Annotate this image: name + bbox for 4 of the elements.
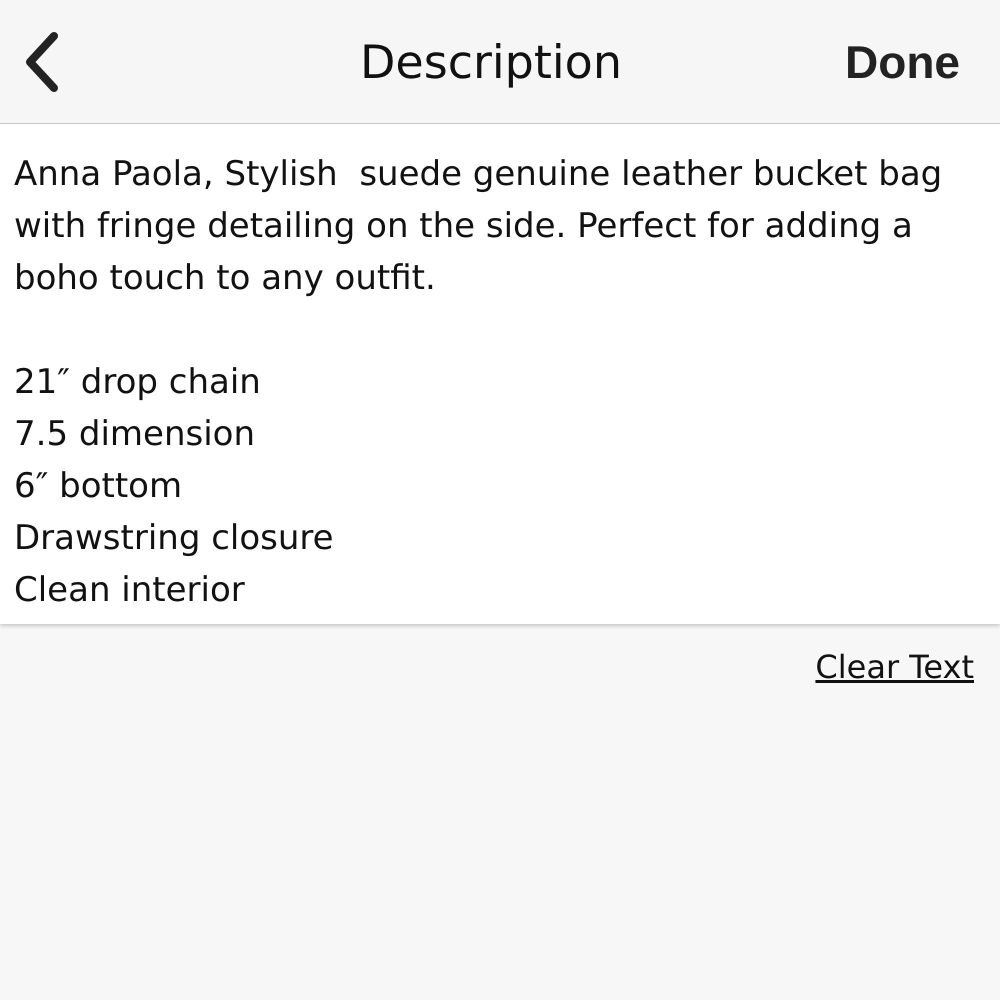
screen-title: Description <box>360 34 622 88</box>
done-button[interactable]: Done <box>845 34 960 88</box>
clear-text-link[interactable]: Clear Text <box>815 648 974 686</box>
description-field[interactable]: Anna Paola, Stylish suede genuine leather bucket bag with fringe detailing on the side. Perfect for adding a boho touch to any outfit. 21″ drop chain 7.5 dimension 6″ bottom Drawstring closure Clean interior <box>0 124 1000 624</box>
